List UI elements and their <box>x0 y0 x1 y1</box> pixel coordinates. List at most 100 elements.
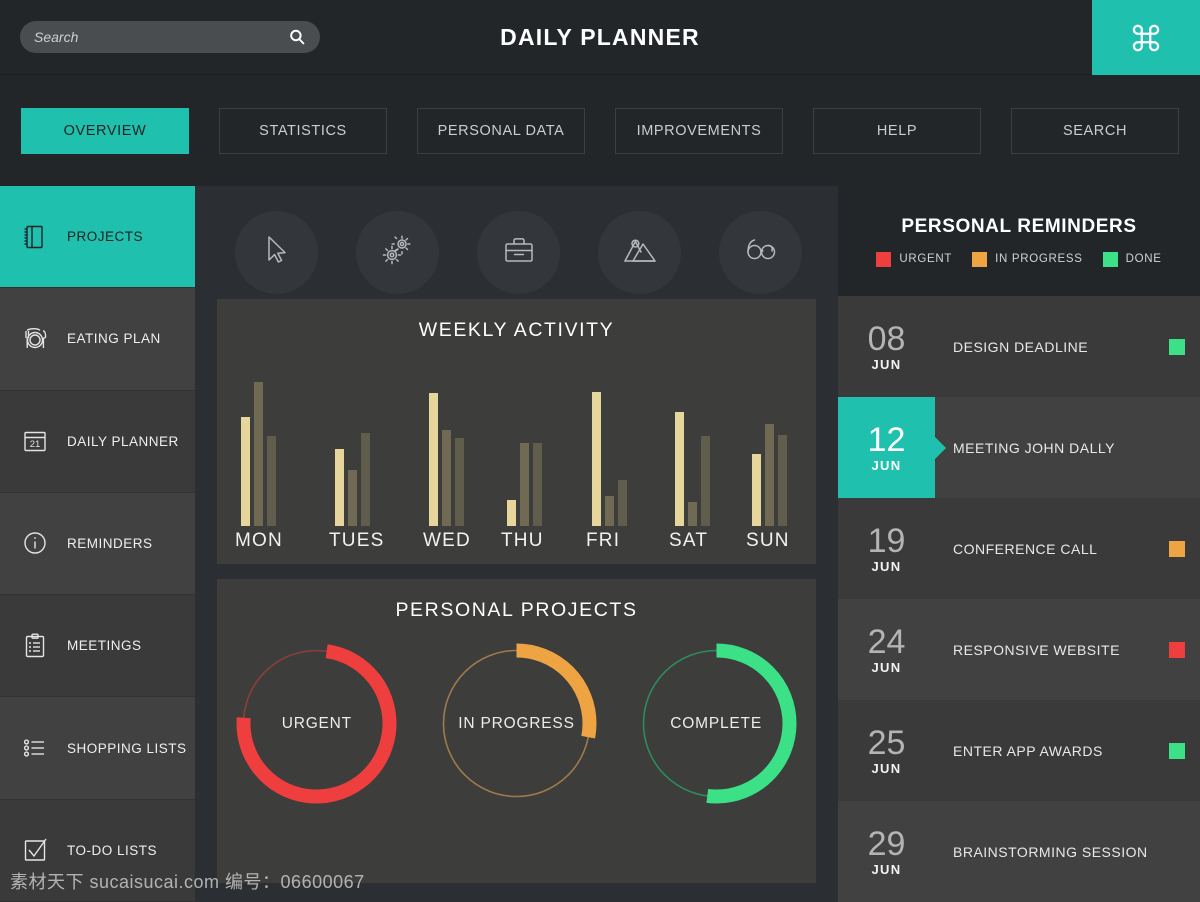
reminder-date: 08 JUN <box>838 296 935 397</box>
search-input[interactable] <box>34 29 288 45</box>
reminder-text: DESIGN DEADLINE <box>953 338 1089 355</box>
bar-sun-secondary <box>765 424 774 526</box>
bar-label-tues: TUES <box>329 530 385 551</box>
tab-help[interactable]: HELP <box>813 107 981 154</box>
quick-action-photos[interactable] <box>598 210 681 294</box>
bar-group-wed <box>429 356 464 526</box>
personal-projects-title: PERSONAL PROJECTS <box>395 599 638 621</box>
bar-thu-primary <box>507 500 516 526</box>
tab-label: PERSONAL DATA <box>437 122 565 139</box>
sidebar: PROJECTS EATING PLAN 21 DAILY PLANNER REMIND… <box>0 186 195 902</box>
main-content: WEEKLY ACTIVITY MON TUES WED THU FRI SAT SUN P… <box>195 186 838 902</box>
reminder-month: JUN <box>871 861 902 877</box>
donut-label: COMPLETE <box>670 714 762 732</box>
notebook-icon <box>20 222 50 252</box>
legend-label: IN PROGRESS <box>995 253 1083 265</box>
legend-item-in-progress: IN PROGRESS <box>972 251 1083 267</box>
reminder-text: MEETING JOHN DALLY <box>953 439 1115 456</box>
svg-text:21: 21 <box>30 439 41 450</box>
bar-sat-primary <box>675 412 684 526</box>
reminder-day: 19 <box>867 521 906 560</box>
search-icon[interactable] <box>288 28 306 46</box>
reminder-text: RESPONSIVE WEBSITE <box>953 641 1120 658</box>
search-box[interactable] <box>20 21 320 53</box>
bar-label-fri: FRI <box>586 530 621 551</box>
sidebar-item-reminders[interactable]: REMINDERS <box>0 492 195 596</box>
bar-fri-primary <box>592 392 601 526</box>
donut-label: URGENT <box>281 714 352 732</box>
reminder-text: CONFERENCE CALL <box>953 540 1098 557</box>
bar-tues-secondary <box>348 470 357 526</box>
bar-group-sat <box>675 356 710 526</box>
sidebar-item-daily-planner[interactable]: 21 DAILY PLANNER <box>0 391 195 493</box>
quick-action-cursor[interactable] <box>235 210 318 294</box>
legend-item-urgent: URGENT <box>876 251 953 267</box>
reminder-month: JUN <box>871 457 902 473</box>
reminder-row[interactable]: 19 JUN CONFERENCE CALL <box>838 498 1200 599</box>
command-icon[interactable] <box>1092 0 1200 75</box>
reminder-date: 24 JUN <box>838 599 935 700</box>
bar-label-sat: SAT <box>669 530 709 551</box>
reminder-row[interactable]: 24 JUN RESPONSIVE WEBSITE <box>838 599 1200 700</box>
reminder-row[interactable]: 29 JUN BRAINSTORMING SESSION <box>838 801 1200 902</box>
status-badge <box>1169 338 1185 355</box>
donut-complete[interactable]: COMPLETE <box>633 640 800 807</box>
glasses-icon <box>742 231 780 274</box>
bar-group-mon <box>241 356 276 526</box>
bar-sat-secondary <box>688 502 697 526</box>
legend-label: URGENT <box>899 253 953 265</box>
cutlery-plate-icon <box>20 324 50 354</box>
bar-group-tues <box>335 356 370 526</box>
donut-urgent[interactable]: URGENT <box>233 640 400 807</box>
tab-overview[interactable]: OVERVIEW <box>21 107 189 154</box>
bar-thu-secondary <box>520 443 529 526</box>
tab-statistics[interactable]: STATISTICS <box>219 107 387 154</box>
sidebar-item-label: EATING PLAN <box>67 331 161 347</box>
bar-mon-tertiary <box>267 436 276 526</box>
checkbox-check-icon <box>20 835 50 865</box>
sidebar-item-to-do-lists[interactable]: TO-DO LISTS <box>0 800 195 902</box>
cursor-arrow-icon <box>258 231 296 274</box>
sidebar-item-projects[interactable]: PROJECTS <box>0 186 195 289</box>
sidebar-item-label: SHOPPING LISTS <box>67 740 187 756</box>
sidebar-item-eating-plan[interactable]: EATING PLAN <box>0 288 195 391</box>
tab-personal-data[interactable]: PERSONAL DATA <box>417 107 585 154</box>
tab-improvements[interactable]: IMPROVEMENTS <box>615 107 783 154</box>
bar-sat-tertiary <box>701 436 710 526</box>
tab-search[interactable]: SEARCH <box>1011 107 1179 154</box>
legend-swatch <box>876 251 892 267</box>
reminder-date: 29 JUN <box>838 801 935 902</box>
weekly-activity-panel: WEEKLY ACTIVITY MON TUES WED THU FRI SAT SUN <box>217 299 816 564</box>
tab-bar: OVERVIEW STATISTICS PERSONAL DATA IMPROVEME… <box>0 75 1200 186</box>
reminder-row[interactable]: 12 JUN MEETING JOHN DALLY <box>838 397 1200 498</box>
reminders-legend: URGENT IN PROGRESS DONE <box>876 251 1162 267</box>
bar-fri-tertiary <box>618 480 627 526</box>
tab-label: IMPROVEMENTS <box>636 122 762 139</box>
legend-swatch <box>1102 251 1118 267</box>
tab-label: STATISTICS <box>259 122 347 139</box>
donut-label: IN PROGRESS <box>458 714 575 732</box>
quick-action-settings[interactable] <box>356 210 439 294</box>
reminder-row[interactable]: 25 JUN ENTER APP AWARDS <box>838 700 1200 801</box>
quick-action-work[interactable] <box>477 210 560 294</box>
reminders-panel: PERSONAL REMINDERS URGENT IN PROGRESS DONE… <box>838 186 1200 902</box>
tab-label: SEARCH <box>1062 122 1128 139</box>
reminder-day: 08 <box>867 319 906 358</box>
bar-tues-primary <box>335 449 344 526</box>
bullet-list-icon <box>20 733 50 763</box>
reminder-day: 25 <box>867 723 906 762</box>
legend-item-done: DONE <box>1102 251 1162 267</box>
bar-label-mon: MON <box>235 530 283 551</box>
reminder-text: BRAINSTORMING SESSION <box>953 843 1148 860</box>
quick-action-reading[interactable] <box>719 210 802 294</box>
sidebar-item-meetings[interactable]: MEETINGS <box>0 595 195 698</box>
status-badge <box>1169 641 1185 658</box>
reminder-row[interactable]: 08 JUN DESIGN DEADLINE <box>838 296 1200 397</box>
bar-fri-secondary <box>605 496 614 526</box>
donut-row: URGENT IN PROGRESS COMPLETE <box>217 622 816 807</box>
weekly-activity-axis: MON TUES WED THU FRI SAT SUN <box>217 530 816 564</box>
bar-label-sun: SUN <box>746 530 790 551</box>
donut-in-progress[interactable]: IN PROGRESS <box>433 640 600 807</box>
sidebar-item-shopping-lists[interactable]: SHOPPING LISTS <box>0 697 195 800</box>
clipboard-icon <box>20 631 50 661</box>
